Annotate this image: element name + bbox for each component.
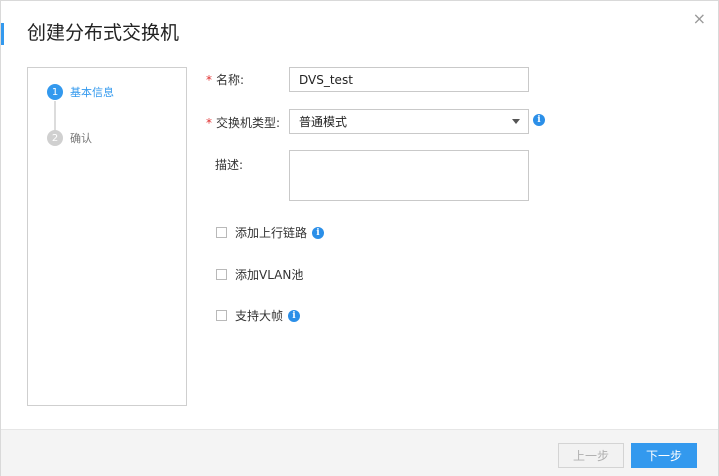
dialog-footer: 上一步 下一步 [1, 429, 718, 476]
option-uplink[interactable]: 添加上行链路 i [216, 224, 325, 241]
uplink-checkbox[interactable] [216, 227, 227, 238]
dialog-title: 创建分布式交换机 [27, 22, 180, 44]
option-jumbo-frame[interactable]: 支持大帧 i [216, 307, 301, 324]
vlan-pool-checkbox[interactable] [216, 269, 227, 280]
switch-type-value: 普通模式 [299, 115, 348, 129]
step-label: 确认 [70, 132, 92, 145]
step-label: 基本信息 [70, 86, 114, 99]
switch-type-select[interactable]: 普通模式 [289, 109, 529, 134]
step-number: 2 [47, 130, 63, 146]
required-mark: * [206, 73, 212, 87]
step-basic-info[interactable]: 1 基本信息 [47, 84, 114, 100]
jumbo-frame-label: 支持大帧 [235, 309, 284, 323]
uplink-label: 添加上行链路 [235, 226, 308, 240]
info-icon[interactable]: i [533, 114, 545, 126]
step-panel: 1 基本信息 2 确认 [27, 67, 187, 406]
step-number: 1 [47, 84, 63, 100]
switch-type-label: * 交换机类型: [206, 116, 281, 130]
info-icon[interactable]: i [288, 309, 301, 322]
next-button[interactable]: 下一步 [631, 443, 697, 468]
name-input[interactable] [289, 67, 529, 92]
name-label: * 名称: [206, 73, 245, 87]
vlan-pool-label: 添加VLAN池 [235, 268, 304, 282]
step-confirm[interactable]: 2 确认 [47, 130, 92, 146]
title-accent-bar [1, 23, 4, 45]
required-mark: * [206, 116, 212, 130]
previous-button[interactable]: 上一步 [558, 443, 624, 468]
info-icon[interactable]: i [312, 226, 325, 239]
jumbo-frame-checkbox[interactable] [216, 310, 227, 321]
create-switch-dialog: 创建分布式交换机 × 1 基本信息 2 确认 *名称: *交换机类型: 普通模式… [0, 0, 719, 476]
option-vlan-pool[interactable]: 添加VLAN池 [216, 266, 303, 283]
chevron-down-icon [512, 119, 520, 124]
close-icon[interactable]: × [693, 10, 706, 28]
description-textarea[interactable] [289, 150, 529, 201]
description-label: 描述: [215, 158, 244, 172]
